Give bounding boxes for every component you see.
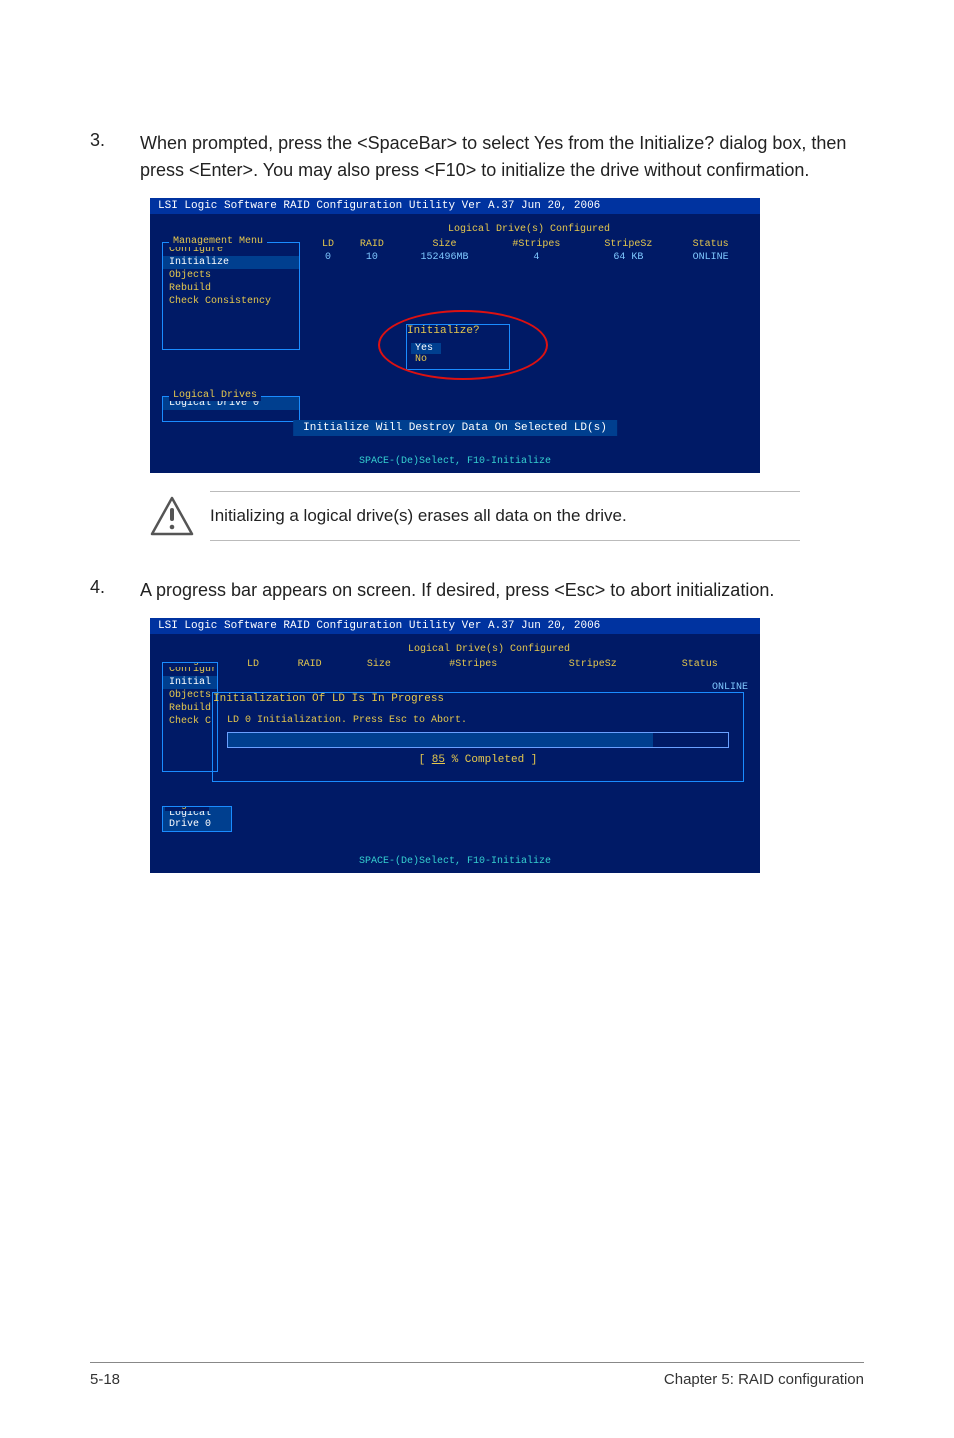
cell-ld: 0 [312,252,344,263]
table-row: 0 10 152496MB 4 64 KB ONLINE [312,252,746,263]
menu-item-objects[interactable]: Objects [163,269,299,282]
col-stripesz: StripeSz [534,659,652,670]
step-text: When prompted, press the <SpaceBar> to s… [140,130,864,184]
col-size: Size [400,239,490,250]
col-stripes: #Stripes [414,659,532,670]
menu-item-rebuild[interactable]: Rebuild [163,702,217,715]
progress-bar [227,732,729,748]
progress-percent-label: [ 85 % Completed ] [213,754,743,766]
cell-stripesz: 64 KB [583,252,673,263]
progress-line-text: LD 0 Initialization. Press Esc to Abort. [227,715,743,726]
bios-screenshot-initialize-prompt: LSI Logic Software RAID Configuration Ut… [150,198,760,473]
progress-percent-suffix: % Completed [445,754,524,766]
page-footer: 5-18 Chapter 5: RAID configuration [90,1362,864,1388]
step-text: A progress bar appears on screen. If des… [140,577,864,604]
management-menu-box: Management Menu Configure Initial Object… [162,662,218,772]
menu-item-objects[interactable]: Objects [163,689,217,702]
table-header-row: LD RAID Size #Stripes StripeSz Status [232,659,746,670]
management-menu-label: Management Menu [169,236,267,247]
bios-screenshot-progress: LSI Logic Software RAID Configuration Ut… [150,618,760,873]
step-4: 4. A progress bar appears on screen. If … [90,577,864,604]
menu-item-rebuild[interactable]: Rebuild [163,282,299,295]
cell-raid: 10 [346,252,397,263]
step-3: 3. When prompted, press the <SpaceBar> t… [90,130,864,184]
table-title: Logical Drive(s) Configured [230,644,748,655]
progress-bar-fill [228,733,653,747]
logical-drives-configured-table: Logical Drive(s) Configured LD RAID Size… [310,224,748,265]
initialize-no-option[interactable]: No [411,354,509,365]
table-header-row: LD RAID Size #Stripes StripeSz Status [312,239,746,250]
management-menu-box: Management Menu Configure Initialize Obj… [162,242,300,350]
warning-callout: Initializing a logical drive(s) erases a… [150,491,800,541]
step-number: 3. [90,130,140,184]
bios-title-bar: LSI Logic Software RAID Configuration Ut… [150,618,760,634]
cell-status: ONLINE [675,252,746,263]
menu-item-initialize[interactable]: Initialize [163,256,299,269]
logical-drives-box: Logica Logical Drive 0 [162,806,232,832]
initialize-dialog-title: Initialize? [407,325,509,337]
step-number: 4. [90,577,140,604]
management-menu-label: Management Menu [165,662,218,667]
warning-callout-text: Initializing a logical drive(s) erases a… [210,491,800,541]
col-raid: RAID [276,659,343,670]
col-stripesz: StripeSz [583,239,673,250]
bios-title-bar: LSI Logic Software RAID Configuration Ut… [150,198,760,214]
initialization-progress-box: Initialization Of LD Is In Progress LD 0… [212,692,744,782]
bios-help-line: SPACE-(De)Select, F10-Initialize [150,854,760,873]
warning-icon [150,496,194,536]
col-status: Status [675,239,746,250]
progress-box-title: Initialization Of LD Is In Progress [213,693,743,705]
col-stripes: #Stripes [491,239,581,250]
menu-item-initialize[interactable]: Initial [163,676,217,689]
warning-message: Initialize Will Destroy Data On Selected… [293,420,617,436]
document-page: 3. When prompted, press the <SpaceBar> t… [0,0,954,1438]
col-raid: RAID [346,239,397,250]
initialize-dialog: Initialize? Yes No [406,324,510,370]
col-size: Size [345,659,412,670]
logical-drives-box: Logical Drives Logical Drive 0 [162,396,300,422]
progress-percent-number: 85 [432,754,445,766]
cell-size: 152496MB [400,252,490,263]
col-ld: LD [312,239,344,250]
cell-stripes: 4 [491,252,581,263]
bios-help-line: SPACE-(De)Select, F10-Initialize [150,454,760,473]
col-status: Status [654,659,746,670]
page-number: 5-18 [90,1371,120,1388]
initialize-yes-option[interactable]: Yes [411,343,441,354]
menu-item-check-consistency[interactable]: Check C [163,715,217,728]
logical-drives-label: Logica [165,806,209,811]
logical-drives-label: Logical Drives [169,390,261,401]
chapter-title: Chapter 5: RAID configuration [664,1371,864,1388]
col-ld: LD [232,659,274,670]
menu-item-check-consistency[interactable]: Check Consistency [163,295,299,308]
logical-drives-configured-header: Logical Drive(s) Configured LD RAID Size… [230,644,748,693]
table-title: Logical Drive(s) Configured [310,224,748,235]
